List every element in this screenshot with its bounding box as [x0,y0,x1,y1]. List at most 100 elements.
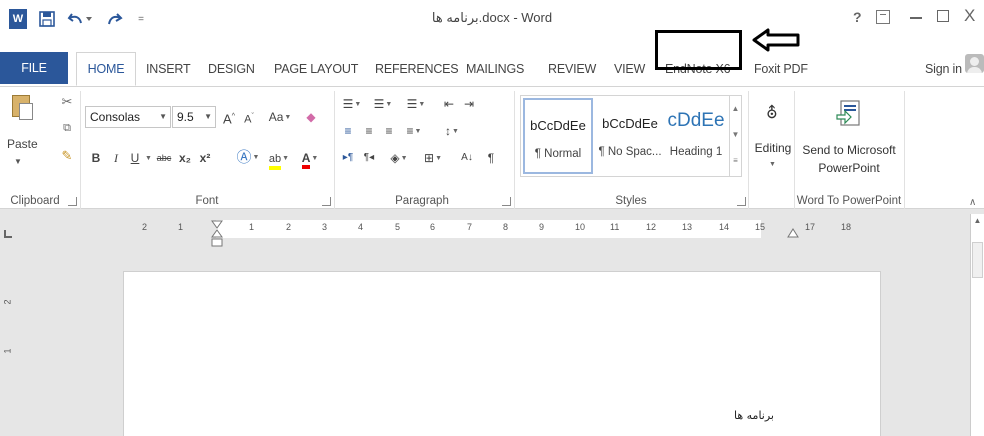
tab-selector-icon[interactable] [4,230,12,238]
line-spacing-icon[interactable]: ↕▼ [438,120,466,142]
decrease-indent-icon[interactable]: ⇤ [440,93,458,115]
styles-launcher-icon[interactable] [737,197,746,206]
style-normal[interactable]: bCcDdEe ¶ Normal [523,98,593,174]
group-separator [904,91,905,209]
document-page[interactable]: برنامه ها [123,271,881,436]
shading-icon[interactable]: ◈▼ [384,147,414,169]
strikethrough-button[interactable]: abc [154,147,174,169]
tab-mailings[interactable]: MAILINGS [466,57,524,81]
scroll-up-icon[interactable]: ▲ [971,214,984,228]
ruler-number: 3 [322,222,328,232]
font-launcher-icon[interactable] [322,197,331,206]
tab-foxit-pdf[interactable]: Foxit PDF [754,57,808,81]
style-heading-1[interactable]: cDdEe Heading 1 [661,98,731,174]
tab-file[interactable]: FILE [0,52,68,84]
increase-indent-icon[interactable]: ⇥ [460,93,478,115]
style-sample: cDdEe [667,110,725,131]
ruler-number: 7 [467,222,473,232]
subscript-button[interactable]: x₂ [176,147,194,169]
clipboard-launcher-icon[interactable] [68,197,77,206]
align-right-icon[interactable]: ≡ [380,120,398,142]
format-painter-icon[interactable]: ✎ [58,147,76,165]
paragraph-launcher-icon[interactable] [502,197,511,206]
send-line-1: Send to Microsoft [802,143,896,157]
multilevel-list-icon[interactable]: ☰▼ [401,93,431,115]
show-hide-paragraph-icon[interactable]: ¶ [482,147,500,169]
vruler-number: 1 [2,348,13,354]
tab-design[interactable]: DESIGN [208,57,255,81]
justify-icon[interactable]: ≡▼ [400,120,428,142]
help-button[interactable]: ? [853,9,862,25]
close-button[interactable]: X [964,6,975,26]
maximize-icon[interactable] [937,10,949,22]
cut-icon[interactable]: ✂ [58,93,76,111]
copy-icon[interactable]: ⧉ [58,119,76,137]
tab-view[interactable]: VIEW [614,57,645,81]
underline-dropdown-icon[interactable]: ▼ [143,147,153,169]
shrink-font-icon[interactable]: Aˇ [240,106,258,128]
endnote-tab-highlight-box [655,30,742,70]
bold-button[interactable]: B [88,147,104,169]
indent-marker-icon[interactable] [211,220,223,250]
highlight-color-icon[interactable]: ab▼ [264,147,294,170]
ruler-number: 9 [539,222,545,232]
tab-home[interactable]: HOME [76,52,136,86]
chevron-up-icon[interactable]: ▲ [730,96,741,122]
ruler-number: 13 [682,222,693,232]
underline-button[interactable]: U [128,147,142,169]
ruler-number: 18 [841,222,852,232]
paste-dropdown-icon[interactable]: ▼ [14,157,22,166]
bullets-icon[interactable]: ☰▼ [339,93,365,115]
vertical-scrollbar[interactable]: ▲ [970,214,984,436]
grow-font-icon[interactable]: A^ [220,106,238,128]
group-separator [80,91,81,209]
tab-references[interactable]: REFERENCES [375,57,459,81]
document-text[interactable]: برنامه ها [734,409,774,422]
editing-button[interactable]: ⛢ Editing ▼ [753,97,793,177]
chevron-down-icon: ▼ [769,161,776,168]
borders-icon[interactable]: ⊞▼ [418,147,448,169]
scroll-thumb[interactable] [972,242,983,278]
ruler-number: 1 [249,222,255,232]
minimize-icon[interactable] [910,17,922,19]
user-avatar-icon[interactable] [965,54,984,73]
sign-in-link[interactable]: Sign in [925,57,962,81]
send-to-powerpoint-icon [836,100,860,126]
paste-paper-icon [19,103,33,120]
document-workspace: 2 1 1 2 3 4 5 6 7 8 9 10 11 12 13 14 15 … [0,209,984,436]
clear-formatting-icon[interactable]: ◆ [302,106,320,128]
rtl-direction-icon[interactable]: ¶◂ [360,147,378,169]
ruler-number: 17 [805,222,816,232]
style-sample: bCcDdEe [530,118,586,133]
horizontal-ruler[interactable]: 2 1 1 2 3 4 5 6 7 8 9 10 11 12 13 14 15 … [123,220,881,247]
binoculars-icon: ⛢ [766,105,778,122]
change-case-button[interactable]: Aa▼ [264,106,296,128]
font-name-select[interactable]: Consolas ▼ [85,106,171,128]
paste-button[interactable]: Paste ▼ [4,87,54,185]
align-left-icon[interactable]: ≡ [339,120,357,142]
style-no-spacing[interactable]: bCcDdEe ¶ No Spac... [595,98,665,174]
numbering-icon[interactable]: ☰▼ [370,93,396,115]
font-color-icon[interactable]: A▼ [296,147,324,169]
more-styles-icon[interactable]: ≡ [730,148,741,174]
styles-gallery-scroll: ▲ ▼ ≡ [729,96,741,176]
tab-page-layout[interactable]: PAGE LAYOUT [274,57,358,81]
tab-review[interactable]: REVIEW [548,57,596,81]
sort-icon[interactable]: A↓ [458,147,476,169]
style-sample: bCcDdEe [602,116,658,131]
italic-button[interactable]: I [108,147,124,169]
send-to-powerpoint-button[interactable]: Send to Microsoft PowerPoint [797,97,901,177]
chevron-down-icon[interactable]: ▼ [730,122,741,148]
style-name: ¶ No Spac... [598,146,662,158]
align-center-icon[interactable]: ≡ [360,120,378,142]
font-size-select[interactable]: 9.5 ▼ [172,106,216,128]
right-indent-marker-icon[interactable] [787,228,799,238]
text-effects-icon[interactable]: Ⓐ▼ [234,147,262,169]
ltr-direction-icon[interactable]: ▸¶ [339,147,357,169]
collapse-ribbon-icon[interactable]: ∧ [969,197,976,208]
editing-label: Editing [754,141,792,155]
ribbon-display-options-icon[interactable] [876,10,890,24]
tab-insert[interactable]: INSERT [146,57,191,81]
styles-gallery: bCcDdEe ¶ Normal bCcDdEe ¶ No Spac... cD… [520,95,742,177]
superscript-button[interactable]: x² [196,147,214,169]
